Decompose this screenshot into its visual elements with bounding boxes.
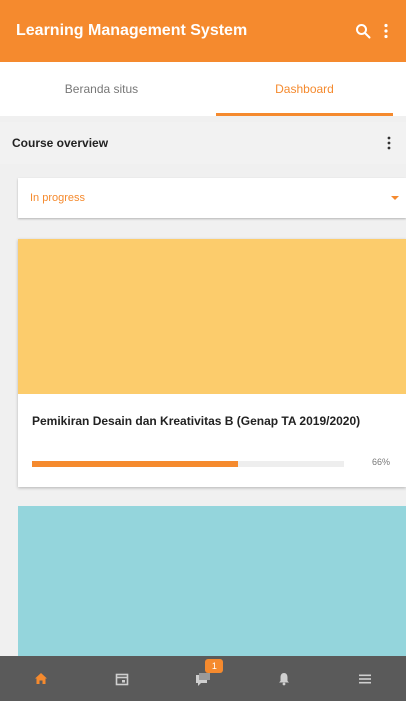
course-card[interactable]: [18, 506, 406, 656]
course-image: [18, 239, 406, 394]
course-progress-label: 66%: [371, 457, 390, 467]
course-card[interactable]: Pemikiran Desain dan Kreativitas B (Gena…: [18, 239, 406, 487]
bottom-navigation: 1: [0, 656, 406, 701]
top-tabs: Beranda situs Dashboard: [0, 62, 406, 116]
nav-menu[interactable]: [325, 656, 406, 701]
course-overview-header: Course overview: [0, 122, 406, 164]
search-button[interactable]: [348, 16, 378, 46]
menu-icon: [359, 674, 372, 683]
course-filter-value: In progress: [30, 192, 86, 204]
course-filter-select[interactable]: In progress: [18, 178, 406, 218]
nav-notifications[interactable]: [244, 656, 325, 701]
notifications-icon: [279, 672, 290, 685]
nav-calendar[interactable]: [81, 656, 162, 701]
search-icon: [356, 24, 371, 39]
home-icon: [34, 673, 47, 684]
nav-messages[interactable]: 1: [162, 656, 243, 701]
course-overview-menu-button[interactable]: [382, 133, 396, 153]
messages-icon: [196, 672, 210, 686]
more-vert-icon: [387, 136, 391, 150]
course-image: [18, 506, 406, 656]
course-name[interactable]: Pemikiran Desain dan Kreativitas B (Gena…: [32, 414, 360, 428]
more-vert-icon: [384, 23, 388, 39]
course-progress-fill: [32, 461, 238, 467]
nav-home[interactable]: [0, 656, 81, 701]
section-title: Course overview: [12, 136, 109, 150]
app-bar: Learning Management System: [0, 0, 406, 62]
messages-badge: 1: [205, 659, 224, 673]
app-title: Learning Management System: [16, 22, 248, 39]
tab-dashboard[interactable]: Dashboard: [203, 62, 406, 116]
calendar-icon: [115, 673, 129, 685]
more-options-button[interactable]: [378, 16, 394, 46]
chevron-down-icon: [391, 196, 399, 200]
course-progress-bar: [32, 461, 344, 467]
tab-site-home[interactable]: Beranda situs: [0, 62, 203, 116]
